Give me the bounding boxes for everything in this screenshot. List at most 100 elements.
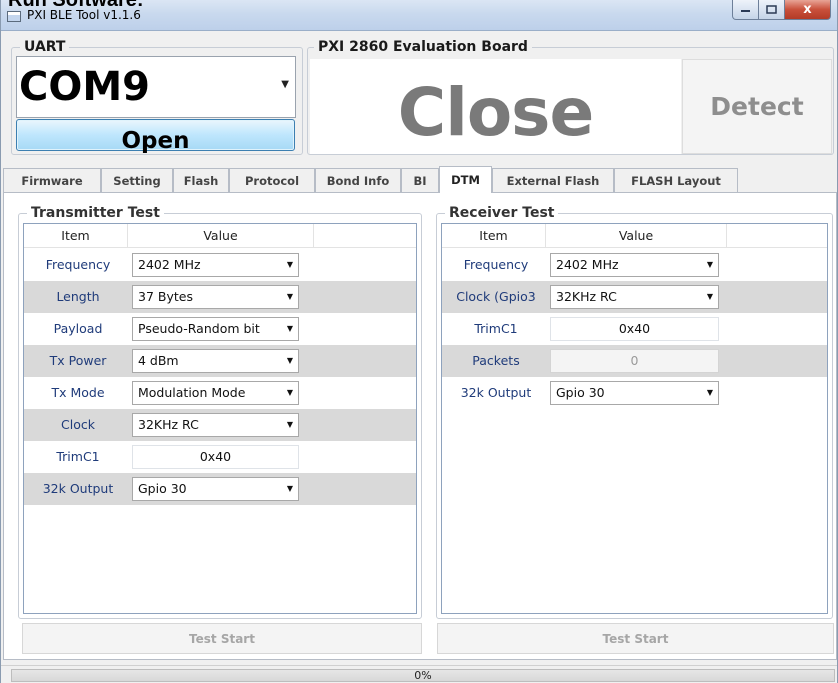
chevron-down-icon: ▼ <box>286 484 293 493</box>
app-window: PXI BLE Tool v1.1.6 x UART COM9 ▼ Open P… <box>0 0 838 683</box>
transmitter-grid-header: Item Value <box>24 224 416 248</box>
maximize-button[interactable] <box>759 0 785 20</box>
row-label: Tx Power <box>49 353 107 368</box>
table-row: TrimC1 0x40 <box>24 441 416 473</box>
value-select-text: Modulation Mode <box>138 385 246 400</box>
tab-flash[interactable]: Flash <box>173 168 229 192</box>
value-select[interactable]: Gpio 30 ▼ <box>550 381 719 405</box>
tab-dtm[interactable]: DTM <box>439 166 492 193</box>
value-select-text: 2402 MHz <box>138 257 201 272</box>
value-select-text: 32KHz RC <box>138 417 199 432</box>
value-select[interactable]: 2402 MHz ▼ <box>132 253 299 277</box>
app-window-icon <box>7 11 21 22</box>
tab-external-flash[interactable]: External Flash <box>492 168 614 192</box>
value-select[interactable]: 37 Bytes ▼ <box>132 285 299 309</box>
tab-bar: Firmware Setting Flash Protocol Bond Info BI D… <box>3 166 837 193</box>
row-label: Tx Mode <box>51 385 105 400</box>
chevron-down-icon: ▼ <box>706 260 713 269</box>
close-icon: x <box>803 2 812 17</box>
tab-bi[interactable]: BI <box>401 168 439 192</box>
chevron-down-icon: ▼ <box>286 292 293 301</box>
value-select-text: Gpio 30 <box>556 385 605 400</box>
table-row: Tx Mode Modulation Mode ▼ <box>24 377 416 409</box>
table-row: Frequency 2402 MHz ▼ <box>442 249 827 281</box>
row-label: Frequency <box>45 257 111 272</box>
table-row: Length 37 Bytes ▼ <box>24 281 416 313</box>
table-row: Tx Power 4 dBm ▼ <box>24 345 416 377</box>
detect-button[interactable]: Detect <box>682 59 832 154</box>
value-select[interactable]: 32KHz RC ▼ <box>550 285 719 309</box>
value-select[interactable]: Modulation Mode ▼ <box>132 381 299 405</box>
table-row: Clock 32KHz RC ▼ <box>24 409 416 441</box>
tab-protocol[interactable]: Protocol <box>229 168 315 192</box>
progress-text: 0% <box>414 669 432 682</box>
uart-group-label: UART <box>20 39 70 55</box>
chevron-down-icon: ▼ <box>286 260 293 269</box>
rx-test-start-button[interactable]: Test Start <box>437 623 834 654</box>
open-port-label: Open <box>121 128 190 154</box>
row-label: Length <box>56 289 100 304</box>
value-select-text: Pseudo-Random bit <box>138 321 260 336</box>
value-select[interactable]: 32KHz RC ▼ <box>132 413 299 437</box>
value-select[interactable]: Pseudo-Random bit ▼ <box>132 317 299 341</box>
table-row: TrimC1 0x40 <box>442 313 827 345</box>
column-header-value: Value <box>128 224 314 247</box>
chevron-down-icon: ▼ <box>281 79 289 90</box>
row-label: Frequency <box>463 257 529 272</box>
tab-firmware[interactable]: Firmware <box>3 168 101 192</box>
chevron-down-icon: ▼ <box>286 356 293 365</box>
value-field[interactable]: 0x40 <box>132 445 299 469</box>
table-row: Frequency 2402 MHz ▼ <box>24 249 416 281</box>
row-label: TrimC1 <box>56 449 100 464</box>
value-select-text: Gpio 30 <box>138 481 187 496</box>
column-header-item: Item <box>442 224 546 247</box>
com-port-select[interactable]: COM9 ▼ <box>16 56 296 118</box>
table-row: 32k Output Gpio 30 ▼ <box>442 377 827 409</box>
progress-bar: 0% <box>11 669 835 682</box>
row-label: Packets <box>472 353 520 368</box>
receiver-test-group: Receiver Test Item Value Frequency 2402 M… <box>436 205 833 619</box>
row-label: Clock (Gpio3 <box>456 289 536 304</box>
chevron-down-icon: ▼ <box>706 388 713 397</box>
minimize-icon <box>741 10 750 12</box>
status-bar: 0% <box>1 665 837 683</box>
column-header-item: Item <box>24 224 128 247</box>
uart-group: UART COM9 ▼ Open <box>11 39 303 155</box>
maximize-icon <box>766 5 777 14</box>
tab-setting[interactable]: Setting <box>101 168 173 192</box>
chevron-down-icon: ▼ <box>286 324 293 333</box>
tab-flash-layout[interactable]: FLASH Layout <box>614 168 738 192</box>
table-row: 32k Output Gpio 30 ▼ <box>24 473 416 505</box>
value-select-text: 37 Bytes <box>138 289 193 304</box>
value-select-text: 2402 MHz <box>556 257 619 272</box>
value-select[interactable]: 2402 MHz ▼ <box>550 253 719 277</box>
connection-status-text: Close <box>397 74 594 151</box>
row-label: 32k Output <box>42 481 114 496</box>
connection-status-panel: Close <box>310 59 681 154</box>
minimize-button[interactable] <box>732 0 759 20</box>
value-field-readonly: 0 <box>550 349 719 373</box>
transmitter-grid: Item Value Frequency 2402 MHz ▼ Length 37 By… <box>23 223 417 614</box>
close-window-button[interactable]: x <box>785 0 831 20</box>
table-row: Clock (Gpio3 32KHz RC ▼ <box>442 281 827 313</box>
value-select-text: 4 dBm <box>138 353 179 368</box>
com-port-value: COM9 <box>19 64 150 110</box>
row-label: TrimC1 <box>474 321 518 336</box>
receiver-group-label: Receiver Test <box>445 205 559 221</box>
chevron-down-icon: ▼ <box>286 388 293 397</box>
board-group: PXI 2860 Evaluation Board Close Detect <box>307 39 834 155</box>
receiver-grid-header: Item Value <box>442 224 827 248</box>
window-controls: x <box>732 0 831 20</box>
transmitter-group-label: Transmitter Test <box>27 205 164 221</box>
receiver-grid: Item Value Frequency 2402 MHz ▼ Clock (Gpio… <box>441 223 828 614</box>
value-field[interactable]: 0x40 <box>550 317 719 341</box>
row-label: 32k Output <box>460 385 532 400</box>
value-select[interactable]: 4 dBm ▼ <box>132 349 299 373</box>
tab-bond-info[interactable]: Bond Info <box>315 168 401 192</box>
value-select-text: 32KHz RC <box>556 289 617 304</box>
value-select[interactable]: Gpio 30 ▼ <box>132 477 299 501</box>
tx-test-start-button[interactable]: Test Start <box>22 623 422 654</box>
open-port-button[interactable]: Open <box>16 119 295 154</box>
page-heading: Run Software: <box>8 0 144 11</box>
transmitter-test-group: Transmitter Test Item Value Frequency 240… <box>18 205 422 619</box>
